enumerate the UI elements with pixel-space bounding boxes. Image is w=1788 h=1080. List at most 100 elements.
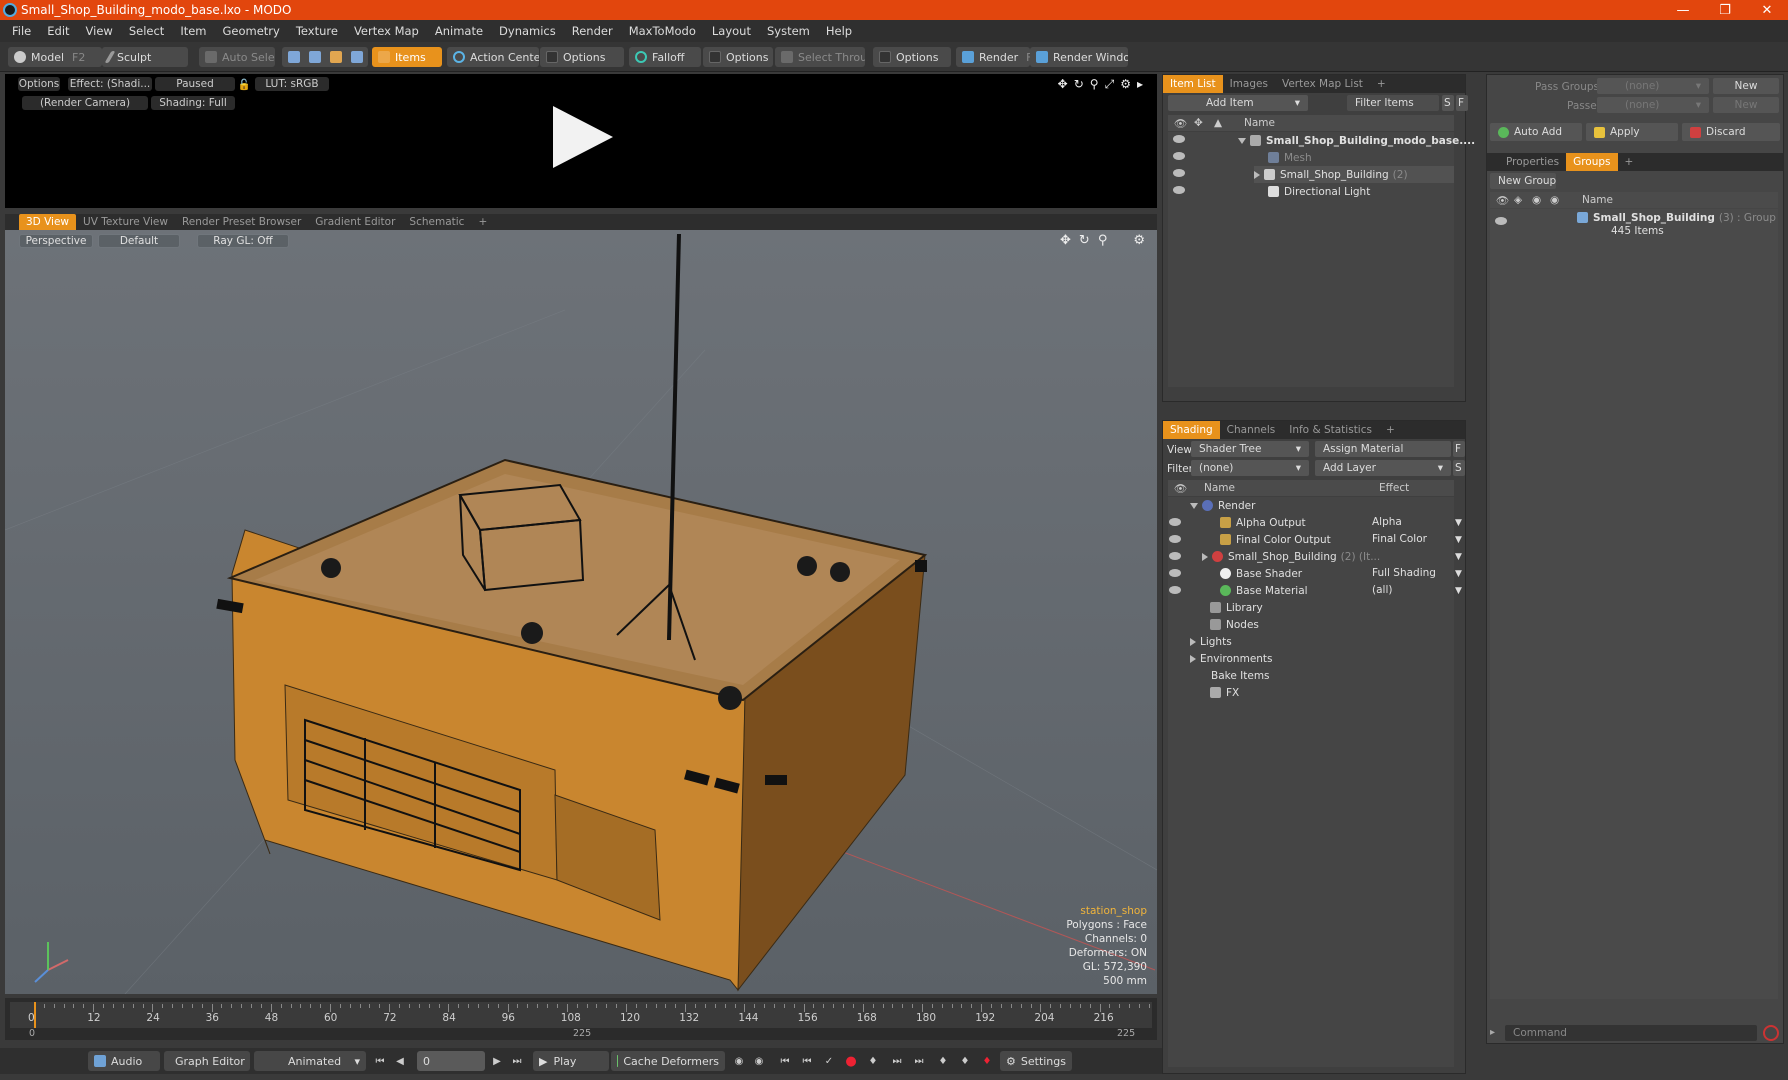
effect-all[interactable]: (all) [1372,584,1392,596]
new-pass-button[interactable]: New [1713,97,1779,113]
key-mode-icon[interactable]: ◉ [752,1054,766,1068]
sculpt-mode-button[interactable]: Sculpt [102,47,188,67]
render-button[interactable]: Render F9 [956,47,1030,67]
rotate-icon[interactable]: ↻ [1074,77,1084,92]
auto-key-icon[interactable]: ✓ [822,1054,836,1068]
filter-dropdown[interactable]: (none) ▾ [1191,460,1309,476]
menu-vertex-map[interactable]: Vertex Map [346,24,427,38]
add-item-dropdown[interactable]: Add Item ▾ [1168,95,1308,111]
previous-key-icon[interactable]: ◀ [393,1054,407,1068]
record-icon[interactable]: ● [844,1054,858,1069]
next-key-icon[interactable]: ▶ [490,1054,504,1068]
chevron-down-icon[interactable]: ▼ [1455,569,1462,579]
shader-tree[interactable] [1168,497,1454,1067]
select-through-button[interactable]: Select Through [775,47,865,67]
expand-icon[interactable] [1238,137,1246,144]
vertices-mode-icon[interactable] [288,51,300,63]
shader-row-environments[interactable]: Environments [1190,650,1273,667]
command-status-icon[interactable] [1763,1025,1779,1041]
effect-dropdown[interactable]: Effect: (Shadi... [68,77,152,91]
items-mode-button[interactable]: Items [372,47,442,67]
shader-row-nodes[interactable]: Nodes [1210,616,1259,633]
tab-vertex-map-list[interactable]: Vertex Map List [1275,75,1370,93]
eye-icon[interactable] [1169,518,1181,526]
tab-gradient-editor[interactable]: Gradient Editor [308,214,402,230]
render-camera-dropdown[interactable]: (Render Camera) [22,96,148,110]
eye-icon[interactable] [1169,586,1181,594]
menu-layout[interactable]: Layout [704,24,759,38]
close-button[interactable]: ✕ [1746,0,1788,20]
raygl-dropdown[interactable]: Ray GL: Off [197,234,289,248]
search-f-button[interactable]: F [1456,95,1468,111]
minimize-button[interactable]: — [1662,0,1704,20]
key-add-icon[interactable]: ♦ [958,1054,972,1068]
cache-deformers-button[interactable]: Cache Deformers [611,1051,725,1071]
timeline[interactable]: 0 12 24 36 48 60 72 84 96 108 120 132 144 156 168 180 19… [5,998,1157,1040]
timeline-cursor[interactable] [34,1002,36,1028]
menu-edit[interactable]: Edit [39,24,77,38]
command-input[interactable]: Command [1505,1025,1757,1041]
expand-icon[interactable] [1190,637,1196,646]
action-center-options-button[interactable]: Options [540,47,624,67]
shader-row-bake-items[interactable]: Bake Items [1211,667,1270,684]
select-through-options-button[interactable]: Options [873,47,951,67]
tab-groups[interactable]: Groups [1566,153,1618,171]
auto-select-button[interactable]: Auto Select [199,47,275,67]
view-style-dropdown[interactable]: Default [98,234,180,248]
action-center-button[interactable]: Action Center [447,47,539,67]
search-s-button[interactable]: S [1442,95,1454,111]
menu-render[interactable]: Render [564,24,621,38]
eye-icon[interactable] [1173,152,1185,160]
play-button[interactable]: ▶ Play [533,1051,609,1071]
expand-icon[interactable] [1202,552,1208,561]
menu-item[interactable]: Item [172,24,214,38]
tab-images[interactable]: Images [1223,75,1275,93]
mesh-row[interactable]: Mesh [1268,149,1312,166]
eye-icon[interactable] [1169,535,1181,543]
add-layer-dropdown[interactable]: Add Layer ▾ [1315,460,1451,476]
lut-dropdown[interactable]: LUT: sRGB [255,77,329,91]
expand-icon[interactable] [1254,170,1260,179]
menu-system[interactable]: System [759,24,818,38]
render-window-button[interactable]: Render Window [1030,47,1128,67]
go-to-end-icon[interactable]: ⏭ [510,1054,524,1068]
step-back-icon[interactable]: ⏮ [800,1054,814,1068]
timeline-ruler[interactable]: 0 12 24 36 48 60 72 84 96 108 120 132 144 156 168 180 19… [10,1002,1152,1028]
chevron-down-icon[interactable]: ▼ [1455,552,1462,562]
tab-shading[interactable]: Shading [1163,421,1220,439]
effect-alpha[interactable]: Alpha [1372,516,1402,528]
materials-mode-icon[interactable] [351,51,363,63]
key-icon[interactable]: ♦ [866,1054,880,1068]
chevron-down-icon[interactable]: ▼ [1455,518,1462,528]
tab-3d-view[interactable]: 3D View [19,214,77,230]
tab-info-statistics[interactable]: Info & Statistics [1282,421,1379,439]
eye-icon[interactable] [1173,169,1185,177]
falloff-options-button[interactable]: Options [703,47,773,67]
render-options-button[interactable]: Options [18,77,60,91]
tab-channels[interactable]: Channels [1220,421,1283,439]
tab-item-list[interactable]: Item List [1163,75,1223,93]
new-group-button[interactable]: New Group [1490,173,1556,189]
new-pass-group-button[interactable]: New [1713,78,1779,94]
shading-s-button[interactable]: S [1453,460,1465,476]
expand-icon[interactable] [1190,654,1196,663]
shader-row-base-material[interactable]: Base Material [1220,582,1308,599]
tab-uv-texture-view[interactable]: UV Texture View [76,214,175,230]
add-tab-button[interactable]: + [1618,153,1641,171]
filter-items-field[interactable]: Filter Items [1347,95,1439,111]
passes-dropdown[interactable]: (none) ▾ [1597,97,1709,113]
gear-icon[interactable]: ⚙ [1120,77,1131,92]
shading-f-button[interactable]: F [1453,441,1465,457]
pass-groups-dropdown[interactable]: (none) ▾ [1597,78,1709,94]
add-tab-button[interactable]: + [471,214,494,230]
menu-file[interactable]: File [4,24,39,38]
play-render-icon[interactable] [553,106,613,168]
shader-row-base-shader[interactable]: Base Shader [1220,565,1302,582]
discard-button[interactable]: Discard [1682,123,1780,141]
menu-maxtomodo[interactable]: MaxToModo [621,24,704,38]
falloff-button[interactable]: Falloff [629,47,701,67]
key-remove-icon[interactable]: ♦ [936,1054,950,1068]
assign-material-button[interactable]: Assign Material [1315,441,1451,457]
key-filter-icon[interactable]: ◉ [732,1054,746,1068]
eye-icon[interactable] [1173,186,1185,194]
